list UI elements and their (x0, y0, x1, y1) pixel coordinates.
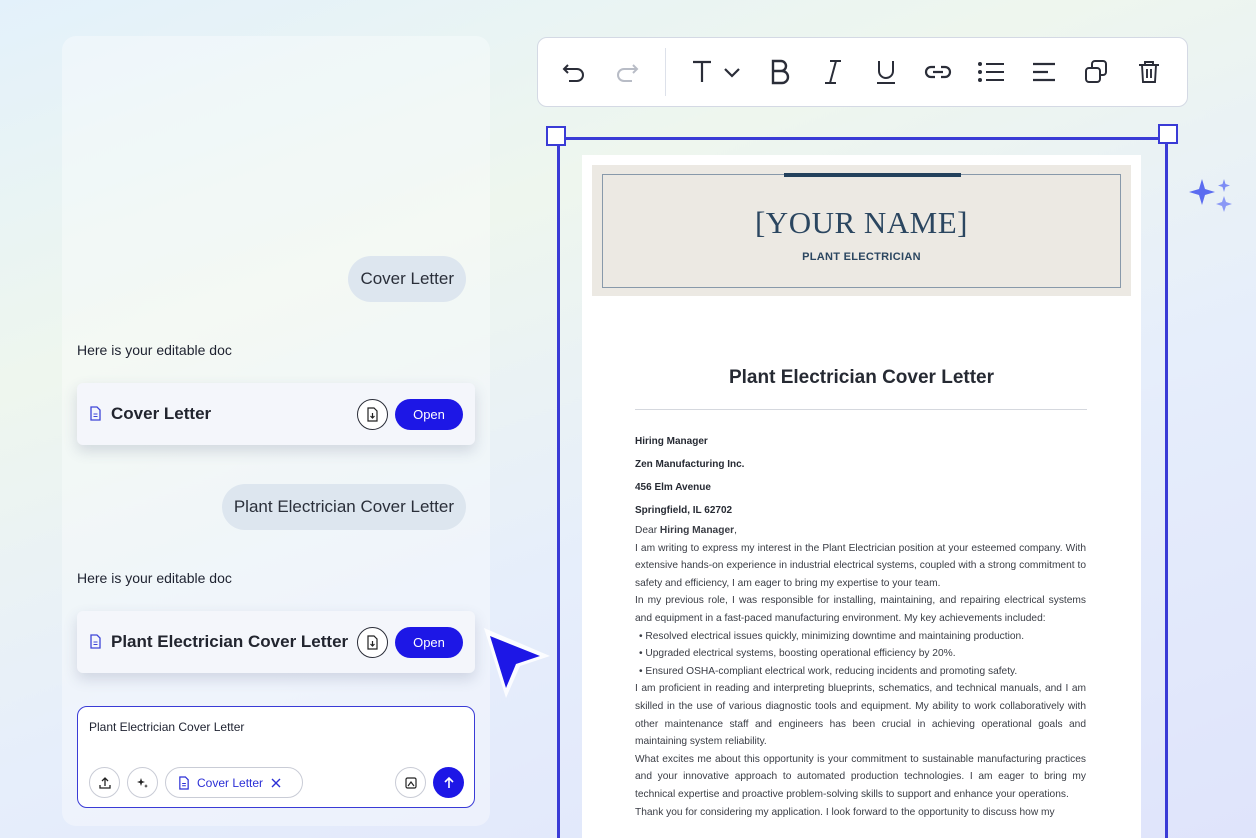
doc-card[interactable]: Cover Letter Open (77, 383, 475, 445)
paragraph: Thank you for considering my application… (635, 806, 1055, 818)
link-button[interactable] (924, 57, 953, 87)
user-message: Cover Letter (348, 256, 466, 302)
sparkle-icon (1189, 179, 1232, 212)
header-accent-bar (784, 173, 961, 177)
user-message-text: Cover Letter (360, 269, 454, 288)
template-button[interactable] (395, 767, 426, 798)
document-header: [YOUR NAME] PLANT ELECTRICIAN (592, 165, 1131, 296)
magic-button[interactable] (127, 767, 158, 798)
letter-body[interactable]: Dear Hiring Manager, I am writing to exp… (635, 522, 1086, 821)
document-page[interactable]: [YOUR NAME] PLANT ELECTRICIAN Plant Elec… (582, 155, 1141, 838)
text-style-icon (693, 60, 740, 82)
greeting-suffix: , (734, 525, 737, 536)
download-icon (367, 634, 378, 650)
paragraph: In my previous role, I was responsible f… (635, 595, 1086, 624)
user-message: Plant Electrician Cover Letter (221, 484, 466, 530)
toolbar-divider (665, 48, 667, 96)
applicant-job-title[interactable]: PLANT ELECTRICIAN (603, 251, 1120, 263)
redo-icon (616, 64, 639, 82)
bullet-list-button[interactable] (977, 57, 1006, 87)
doc-card[interactable]: Plant Electrician Cover Letter Open (77, 611, 475, 673)
undo-icon (562, 64, 585, 82)
bullet-item: • Ensured OSHA-compliant electrical work… (639, 665, 1018, 677)
recipient-name: Hiring Manager (635, 436, 708, 447)
link-icon (925, 65, 952, 79)
italic-icon (825, 60, 842, 84)
heading-divider (635, 409, 1087, 410)
upload-button[interactable] (89, 767, 120, 798)
paragraph: I am proficient in reading and interpret… (635, 683, 1086, 748)
chat-input-box[interactable]: Plant Electrician Cover Letter Cover Let… (77, 706, 475, 808)
align-left-icon (1032, 62, 1055, 82)
bullet-item: • Resolved electrical issues quickly, mi… (639, 630, 1025, 642)
format-toolbar (537, 37, 1188, 107)
bold-icon (772, 59, 790, 85)
duplicate-button[interactable] (1082, 57, 1111, 87)
paragraph: I am writing to express my interest in t… (635, 542, 1086, 589)
arrow-up-icon (443, 776, 454, 788)
assistant-message-text: Here is your editable doc (77, 342, 232, 358)
recipient-company: Zen Manufacturing Inc. (635, 459, 745, 470)
italic-button[interactable] (819, 57, 848, 87)
header-frame: [YOUR NAME] PLANT ELECTRICIAN (602, 173, 1121, 288)
paragraph: What excites me about this opportunity i… (635, 753, 1086, 800)
sparkle-icon (136, 777, 148, 788)
doc-card-title: Plant Electrician Cover Letter (111, 632, 349, 651)
doc-card-title: Cover Letter (111, 404, 212, 423)
recipient-street: 456 Elm Avenue (635, 482, 711, 493)
document-heading[interactable]: Plant Electrician Cover Letter (582, 367, 1141, 389)
underline-button[interactable] (871, 57, 900, 87)
download-icon (367, 406, 378, 422)
upload-icon (98, 776, 111, 789)
recipient-city: Springfield, IL 62702 (635, 505, 733, 516)
template-icon (404, 776, 417, 789)
text-style-button[interactable] (690, 57, 744, 87)
greeting-name: Hiring Manager (659, 525, 735, 536)
greeting: Dear Hiring Manager, (635, 522, 1086, 540)
greeting-prefix: Dear (635, 525, 660, 536)
chat-panel: Cover Letter Here is your editable doc C… (62, 36, 490, 826)
chat-input-text[interactable]: Plant Electrician Cover Letter (89, 720, 244, 734)
download-button[interactable] (357, 398, 388, 430)
delete-button[interactable] (1134, 57, 1163, 87)
download-button[interactable] (357, 626, 388, 658)
delete-icon (1138, 61, 1159, 83)
bullet-item: • Upgraded electrical systems, boosting … (639, 648, 956, 660)
chip-label: Cover Letter (197, 775, 264, 790)
redo-button[interactable] (613, 57, 642, 87)
duplicate-icon (1085, 60, 1108, 83)
open-button[interactable]: Open (395, 626, 463, 658)
bold-button[interactable] (766, 57, 795, 87)
applicant-name[interactable]: [YOUR NAME] (603, 205, 1120, 241)
resize-handle-top-right[interactable] (1158, 124, 1178, 144)
document-icon (179, 775, 189, 790)
attached-doc-chip[interactable]: Cover Letter (165, 767, 303, 798)
document-icon (89, 406, 103, 422)
send-button[interactable] (433, 767, 464, 798)
open-button[interactable]: Open (395, 398, 463, 430)
align-left-button[interactable] (1029, 57, 1058, 87)
document-icon (89, 634, 103, 650)
close-icon (271, 778, 281, 787)
undo-button[interactable] (560, 57, 589, 87)
resize-handle-top-left[interactable] (546, 126, 566, 146)
bullet-list-icon (977, 62, 1004, 82)
cursor-pointer-icon (484, 628, 550, 698)
assistant-message-text: Here is your editable doc (77, 570, 232, 586)
underline-icon (876, 61, 895, 84)
user-message-text: Plant Electrician Cover Letter (233, 497, 454, 516)
